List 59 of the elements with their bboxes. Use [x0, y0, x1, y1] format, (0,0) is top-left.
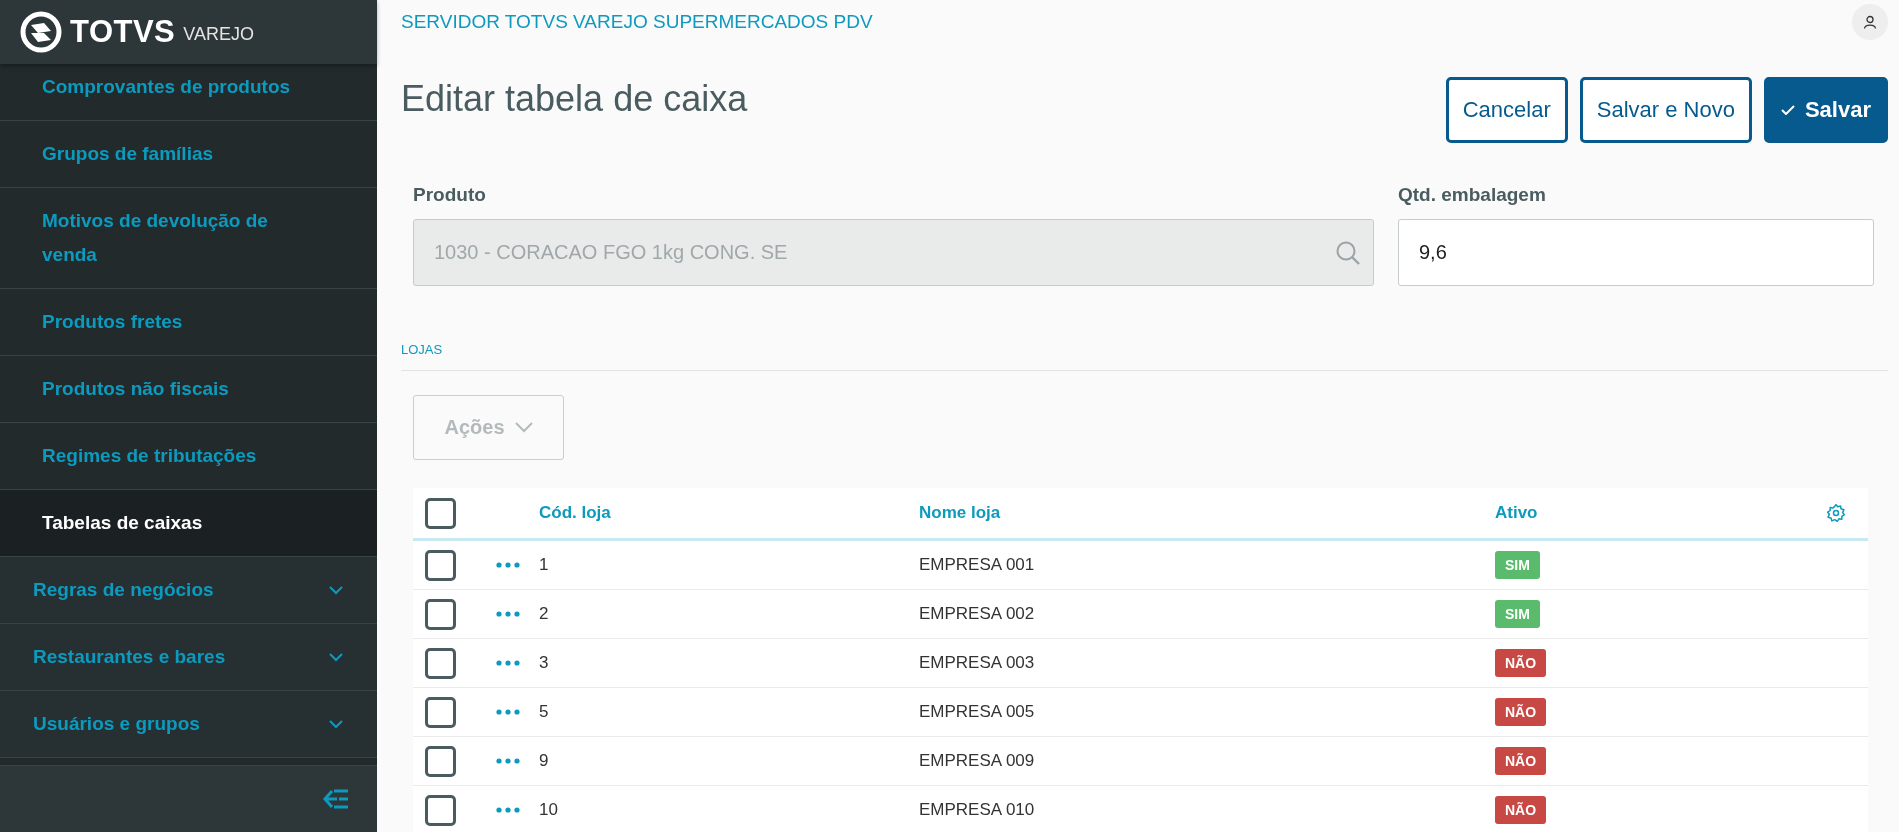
status-tag: NÃO [1495, 698, 1547, 726]
row-checkbox[interactable] [425, 745, 456, 777]
more-options-icon[interactable] [496, 758, 520, 764]
menu-item[interactable]: Tabelas de caixas [0, 490, 377, 557]
logo-icon [20, 11, 62, 53]
menu-group[interactable]: Restaurantes e bares [0, 624, 377, 691]
status-tag: NÃO [1495, 747, 1547, 775]
table-cell: 5 [539, 702, 549, 721]
table-cell: EMPRESA 003 [919, 653, 1035, 672]
action-button[interactable]: Cancelar [1445, 77, 1568, 143]
menu-group[interactable]: Usuários e grupos [0, 691, 377, 758]
settings-icon[interactable] [1826, 503, 1846, 523]
table-cell: EMPRESA 005 [919, 702, 1035, 721]
collapse-menu-icon[interactable] [323, 789, 349, 809]
select-all-checkbox[interactable] [425, 497, 456, 529]
more-options-icon[interactable] [496, 807, 520, 813]
row-checkbox[interactable] [425, 794, 456, 826]
table-cell: 10 [539, 800, 558, 819]
section-title: LOJAS [401, 342, 443, 357]
column-header[interactable]: Ativo [1495, 503, 1538, 522]
row-checkbox[interactable] [425, 549, 456, 581]
table-cell: EMPRESA 002 [919, 604, 1035, 623]
check-icon [1780, 105, 1795, 115]
table-cell: 2 [539, 604, 549, 623]
table-cell: 3 [539, 653, 549, 672]
user-avatar-button[interactable] [1852, 4, 1888, 40]
status-tag: SIM [1495, 551, 1540, 579]
status-tag: SIM [1495, 600, 1540, 628]
chevron-icon [329, 652, 343, 662]
column-header[interactable]: Nome loja [919, 503, 1001, 522]
row-checkbox[interactable] [425, 647, 456, 679]
more-options-icon[interactable] [496, 611, 520, 617]
row-checkbox[interactable] [425, 598, 456, 630]
logo-subtitle: VAREJO [183, 23, 254, 45]
table-cell: EMPRESA 010 [919, 800, 1035, 819]
table-cell: EMPRESA 001 [919, 555, 1035, 574]
more-options-icon[interactable] [496, 709, 520, 715]
row-checkbox[interactable] [425, 696, 456, 728]
input-field[interactable]: 9,6 [1398, 219, 1874, 286]
status-tag: NÃO [1495, 796, 1547, 824]
action-button[interactable]: Salvar e Novo [1579, 77, 1752, 143]
table-cell: 1 [539, 555, 549, 574]
chevron-icon [329, 585, 343, 595]
more-options-icon[interactable] [496, 562, 520, 568]
chevron-icon [514, 422, 533, 433]
menu-group[interactable]: Regras de negócios [0, 557, 377, 624]
save-button[interactable]: Salvar [1763, 77, 1888, 143]
chevron-icon [329, 719, 343, 729]
field-label: Produto [413, 183, 487, 207]
server-name: SERVIDOR TOTVS VAREJO SUPERMERCADOS PDV [401, 11, 873, 33]
column-header[interactable]: Cód. loja [539, 503, 611, 522]
status-tag: NÃO [1495, 649, 1547, 677]
logo-text: TOTVS [70, 14, 176, 50]
table-cell: EMPRESA 009 [919, 751, 1035, 770]
table-cell: 9 [539, 751, 549, 770]
more-options-icon[interactable] [496, 660, 520, 666]
field-label: Qtd. embalagem [1398, 183, 1547, 207]
user-icon [1863, 15, 1877, 29]
page-title: Editar tabela de caixa [401, 77, 748, 121]
